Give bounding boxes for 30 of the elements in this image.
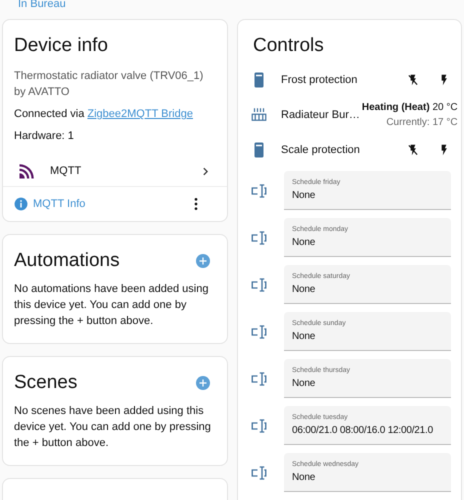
- add-icon[interactable]: [196, 254, 210, 268]
- add-icon[interactable]: [196, 376, 210, 390]
- text-cursor-icon: [250, 182, 268, 200]
- device-model: Thermostatic radiator valve (TRV06_1) by AVATTO: [13, 69, 204, 100]
- radiator-icon: [250, 106, 268, 124]
- empty-state-text: No automations have been added using this device yet. You can add one by pressing the + button above.: [13, 282, 210, 329]
- entity-name: Frost protection: [281, 74, 358, 86]
- flash-off-button[interactable]: [406, 142, 420, 156]
- card-title: Controls: [252, 34, 325, 58]
- flash-off-button[interactable]: [406, 72, 420, 86]
- hardware-text: Hardware: 1: [13, 129, 75, 144]
- climate-state: Heating (Heat) 20 °C: [362, 100, 458, 114]
- mqtt-logo-icon: [18, 162, 36, 180]
- text-cursor-icon: [250, 276, 268, 294]
- text-cursor-icon: [250, 370, 268, 388]
- integration-row[interactable]: MQTT: [3, 144, 227, 187]
- entity-name: Scale protection: [281, 144, 361, 156]
- text-cursor-icon: [250, 322, 268, 340]
- card-title: Scenes: [13, 371, 78, 395]
- text-cursor-icon: [250, 416, 268, 434]
- text-cursor-icon: [250, 228, 268, 246]
- card-title: Automations: [13, 249, 120, 273]
- empty-state-text: No scenes have been added using this device yet. You can add one by pressing the + button above.: [13, 404, 212, 451]
- connected-via-text: Connected via Zigbee2MQTT Bridge: [13, 107, 194, 122]
- text-cursor-icon: [250, 464, 268, 482]
- card-title: Device info: [13, 34, 109, 58]
- entity-name: Radiateur Bur…: [281, 108, 360, 120]
- info-icon: [14, 197, 28, 211]
- more-options-icon[interactable]: [193, 197, 199, 211]
- current-temperature: Currently: 17 °C: [385, 116, 458, 130]
